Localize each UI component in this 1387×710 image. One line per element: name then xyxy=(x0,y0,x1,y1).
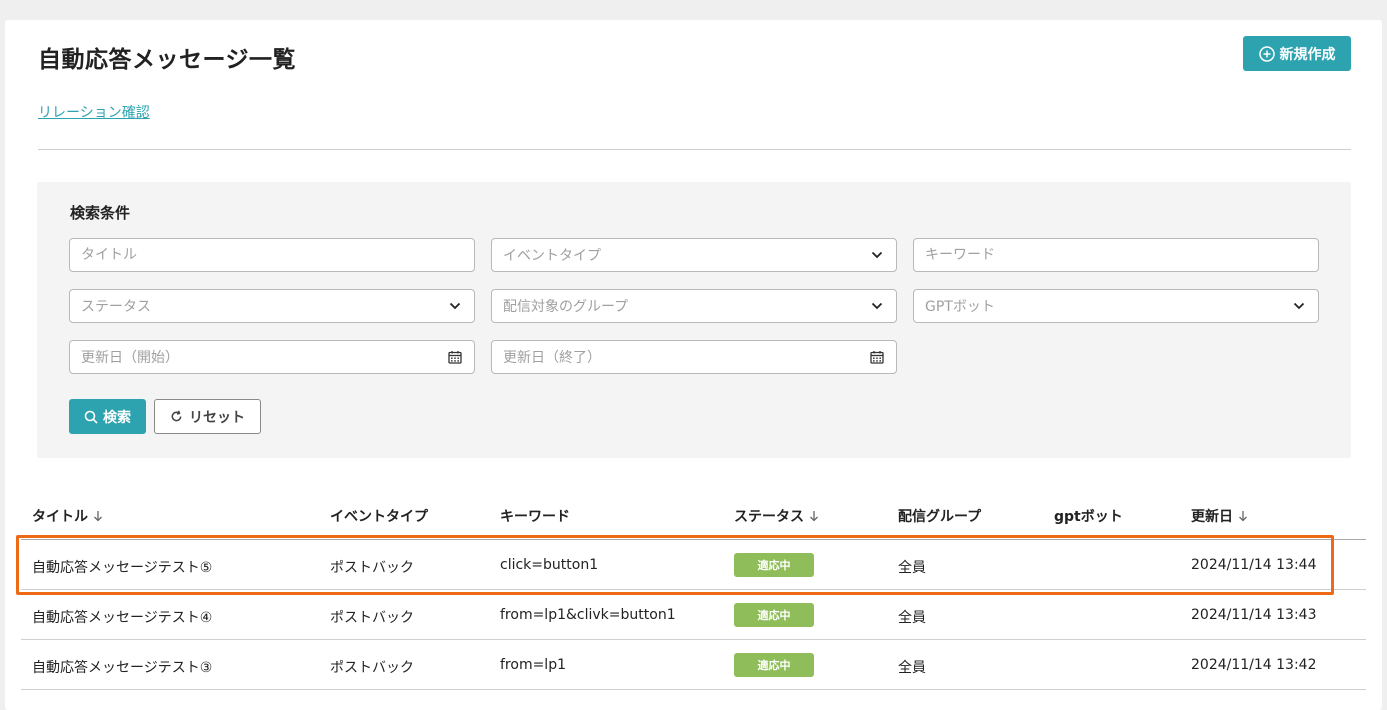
row-title: 自動応答メッセージテスト③ xyxy=(32,660,213,676)
keyword-field[interactable] xyxy=(913,238,1319,272)
relation-check-link[interactable]: リレーション確認 xyxy=(38,102,150,122)
row-divider xyxy=(21,689,1366,690)
new-create-button[interactable]: 新規作成 xyxy=(1243,36,1351,71)
reset-button[interactable]: リセット xyxy=(154,399,261,434)
row-group: 全員 xyxy=(898,660,926,676)
chevron-down-icon xyxy=(1291,298,1307,314)
title-input[interactable] xyxy=(81,247,463,263)
row-event-type: ポストバック xyxy=(330,660,414,676)
group-select[interactable]: 配信対象のグループ xyxy=(491,289,897,323)
gpt-bot-placeholder: GPTボット xyxy=(925,299,995,315)
row-updated: 2024/11/14 13:42 xyxy=(1191,657,1317,673)
calendar-icon[interactable] xyxy=(869,349,885,365)
status-placeholder: ステータス xyxy=(81,299,151,315)
table-row[interactable] xyxy=(21,640,1366,689)
status-select[interactable]: ステータス xyxy=(69,289,475,323)
row-group: 全員 xyxy=(898,610,926,626)
group-placeholder: 配信対象のグループ xyxy=(503,299,629,315)
page-title: 自動応答メッセージ一覧 xyxy=(38,47,297,73)
row-updated: 2024/11/14 13:43 xyxy=(1191,607,1317,623)
reset-button-label: リセット xyxy=(189,409,245,426)
arrow-down-icon[interactable] xyxy=(93,510,103,522)
chevron-down-icon xyxy=(869,247,885,263)
row-keyword: from=lp1 xyxy=(500,657,566,673)
column-header-title-label: タイトル xyxy=(32,509,88,525)
search-button[interactable]: 検索 xyxy=(69,399,146,434)
search-panel-title: 検索条件 xyxy=(70,204,131,222)
column-header-updated-label: 更新日 xyxy=(1191,509,1233,525)
plus-circle-icon xyxy=(1258,45,1275,62)
column-header-event-type: イベントタイプ xyxy=(330,509,428,525)
table-row[interactable] xyxy=(21,590,1366,639)
status-badge: 適応中 xyxy=(734,653,814,677)
search-icon xyxy=(84,410,98,424)
event-type-placeholder: イベントタイプ xyxy=(503,248,601,264)
title-field[interactable] xyxy=(69,238,475,272)
chevron-down-icon xyxy=(869,298,885,314)
new-create-label: 新規作成 xyxy=(1279,46,1336,63)
column-header-status-label: ステータス xyxy=(734,509,804,525)
refresh-icon xyxy=(171,410,182,422)
chevron-down-icon xyxy=(447,298,463,314)
column-header-updated: 更新日 xyxy=(1191,506,1248,526)
column-header-status: ステータス xyxy=(734,506,819,526)
header-divider xyxy=(38,149,1351,150)
column-header-keyword: キーワード xyxy=(500,509,570,525)
search-button-label: 検索 xyxy=(103,409,131,426)
row-highlight-box xyxy=(16,535,1334,595)
column-header-gpt-bot: gptボット xyxy=(1054,509,1123,525)
event-type-select[interactable]: イベントタイプ xyxy=(491,238,897,272)
updated-to-placeholder: 更新日（終了） xyxy=(503,350,601,366)
row-title: 自動応答メッセージテスト④ xyxy=(32,610,213,626)
status-badge: 適応中 xyxy=(734,603,814,627)
column-header-title: タイトル xyxy=(32,506,103,526)
keyword-input[interactable] xyxy=(925,247,1307,263)
arrow-down-icon[interactable] xyxy=(1238,510,1248,522)
column-header-group: 配信グループ xyxy=(898,509,982,525)
row-keyword: from=lp1&clivk=button1 xyxy=(500,607,676,623)
updated-from-field[interactable]: 更新日（開始） xyxy=(69,340,475,374)
arrow-down-icon[interactable] xyxy=(809,510,819,522)
updated-to-field[interactable]: 更新日（終了） xyxy=(491,340,897,374)
updated-from-placeholder: 更新日（開始） xyxy=(81,350,179,366)
calendar-icon[interactable] xyxy=(447,349,463,365)
gpt-bot-select[interactable]: GPTボット xyxy=(913,289,1319,323)
row-event-type: ポストバック xyxy=(330,610,414,626)
